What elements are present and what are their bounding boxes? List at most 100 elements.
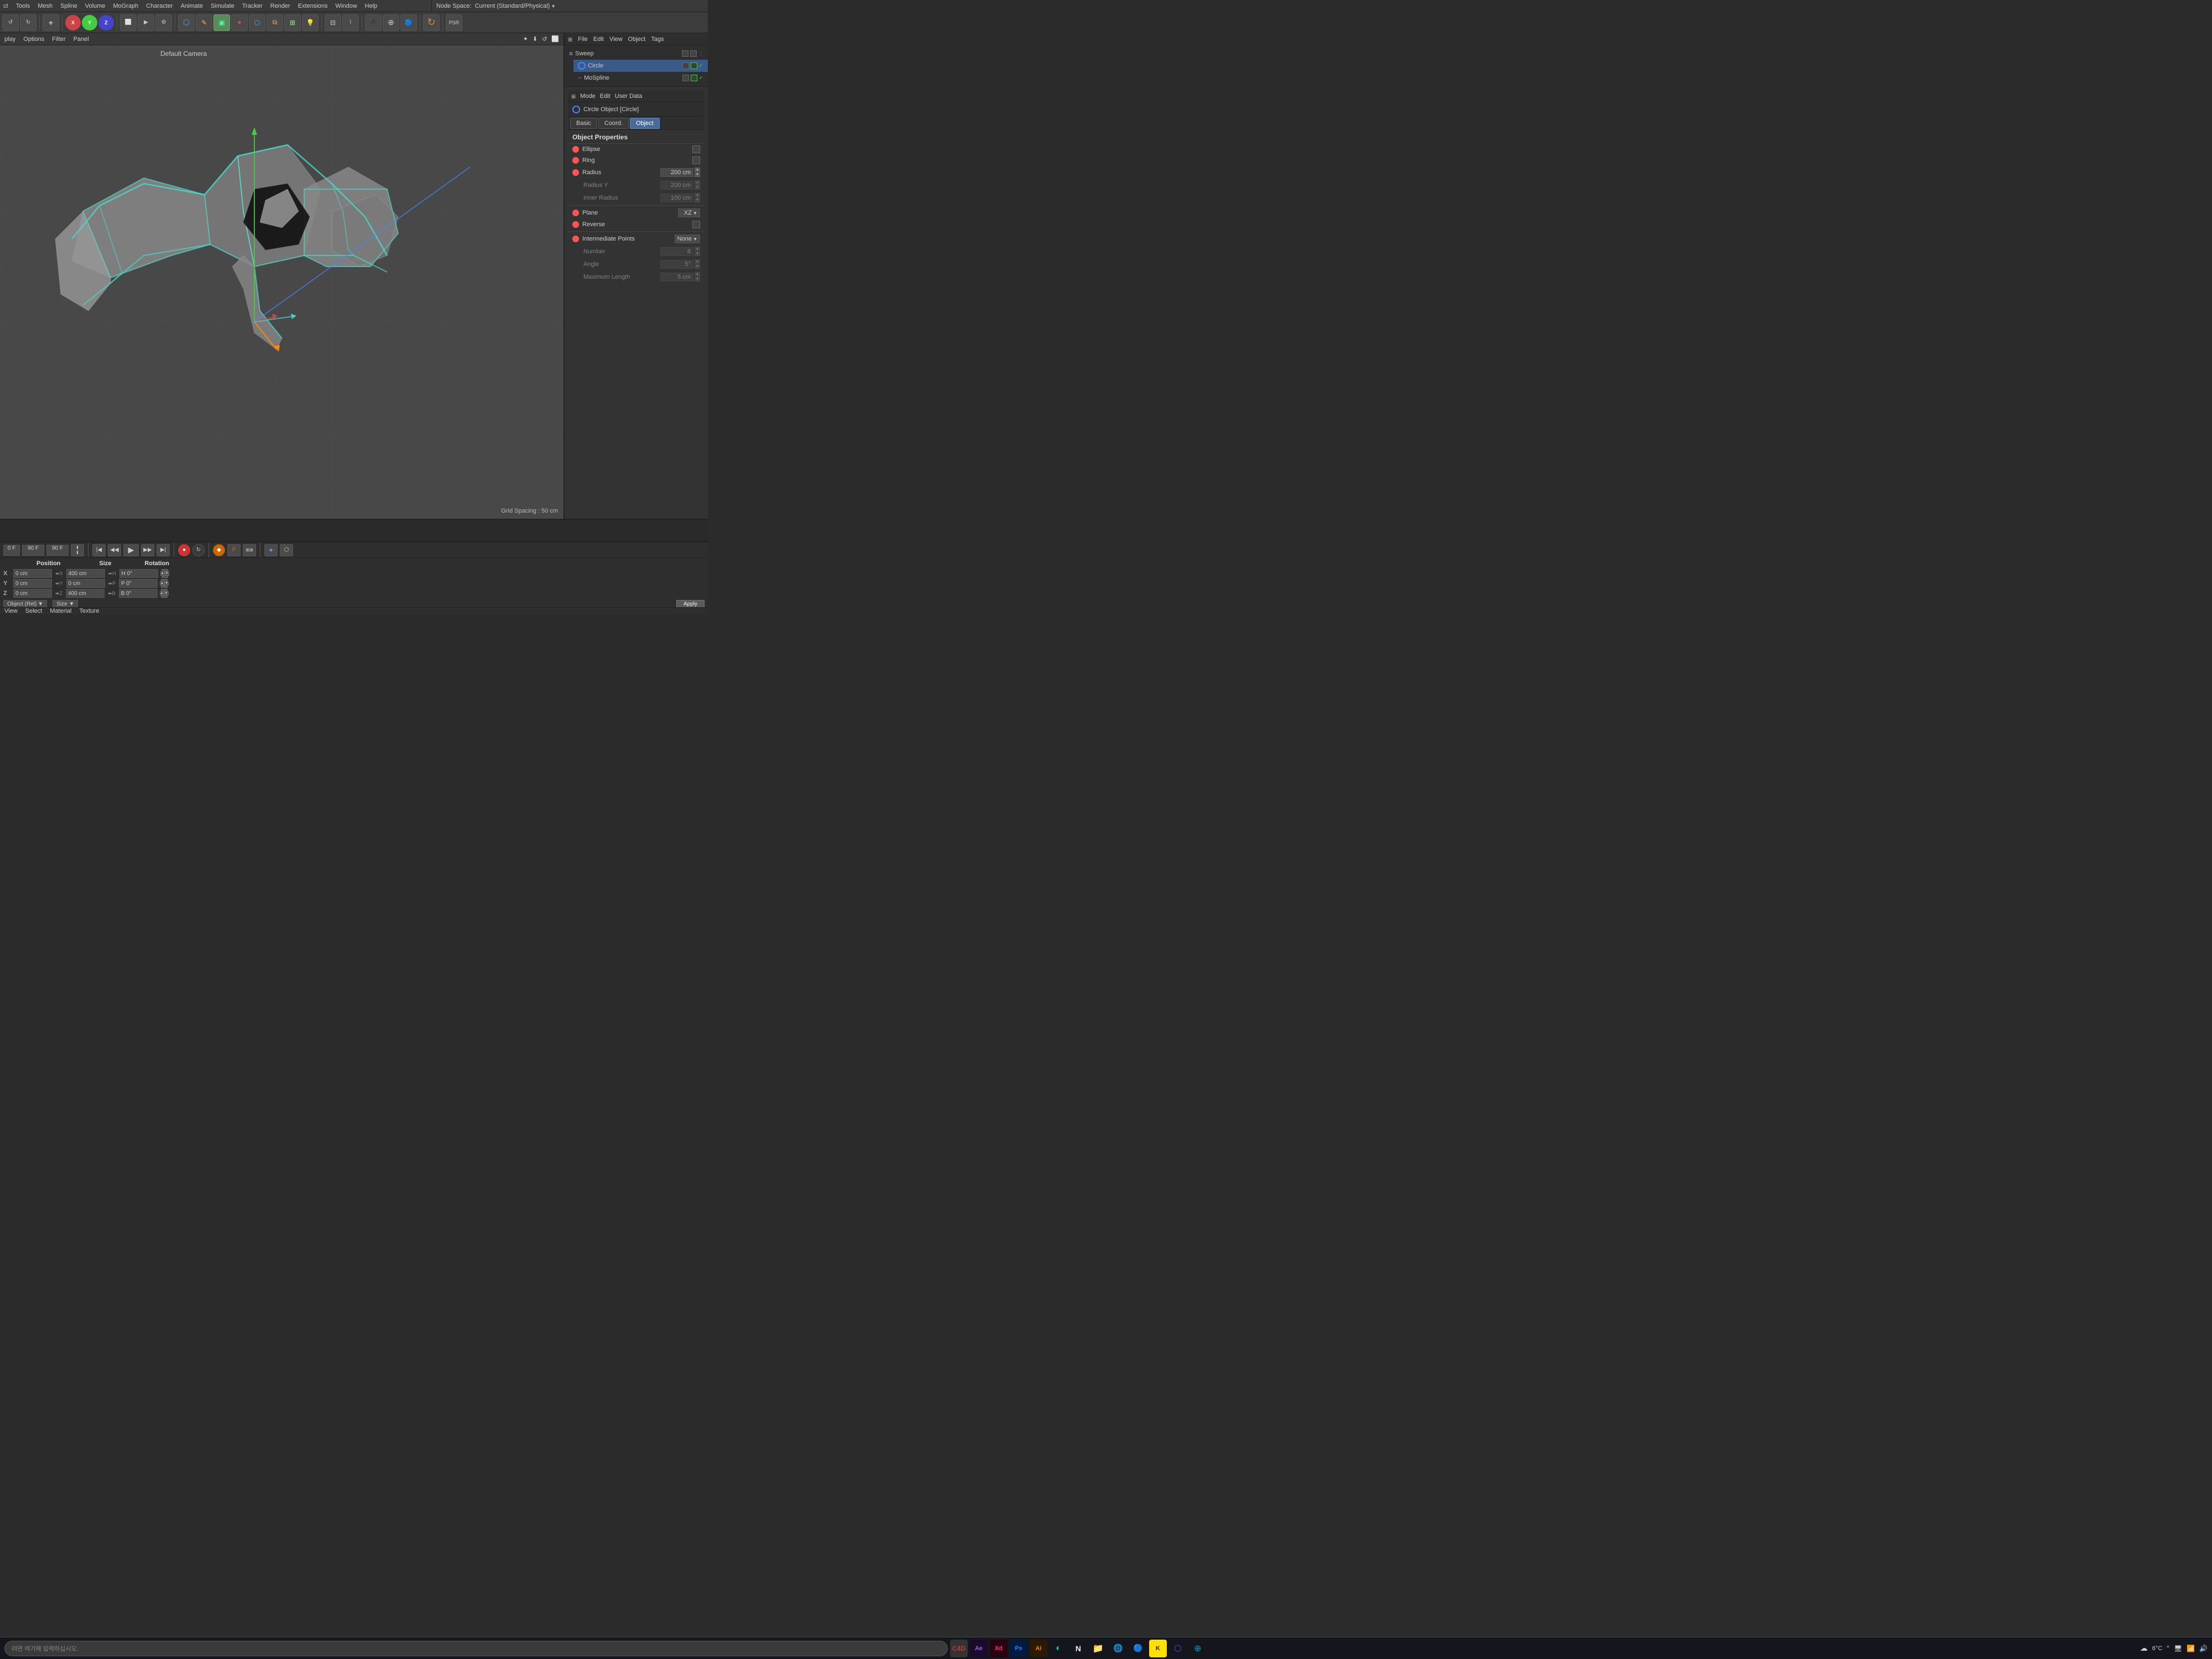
menu-tracker[interactable]: Tracker	[242, 3, 263, 9]
sweep-check2[interactable]	[690, 50, 697, 57]
prev-frame-btn[interactable]: ◀◀	[108, 544, 121, 556]
angle-value[interactable]: 5°	[660, 260, 693, 269]
ring-radio[interactable]	[572, 157, 579, 164]
psr-x-down[interactable]: ▼	[165, 571, 169, 576]
submenu-play[interactable]: play	[4, 36, 15, 43]
submenu-options[interactable]: Options	[23, 36, 44, 43]
mode-menu-userdata[interactable]: User Data	[615, 93, 643, 100]
psr-z-pos[interactable]: 0 cm	[13, 589, 52, 598]
taskbar-chevron-up[interactable]: ^	[2167, 1645, 2169, 1651]
cloth-btn[interactable]: ⬡	[280, 544, 293, 556]
timeline-tracks[interactable]	[0, 520, 708, 542]
cube-btn[interactable]: ⬡	[249, 14, 265, 31]
add-object-btn[interactable]: +	[43, 14, 59, 31]
viewport-mode3[interactable]: 🔵	[400, 14, 417, 31]
shape-btn[interactable]: ⬜	[120, 14, 137, 31]
timeline-btn[interactable]: ⊟	[325, 14, 341, 31]
radiusy-spinner[interactable]: ▲ ▼	[695, 180, 700, 190]
number-value[interactable]: 8	[660, 247, 693, 256]
psr-y-pos[interactable]: 0 cm	[13, 579, 52, 588]
menu-volume[interactable]: Volume	[85, 3, 106, 9]
number-spinner[interactable]: ▲ ▼	[695, 247, 700, 256]
viewport-icon-navigate[interactable]: ✦	[523, 35, 528, 43]
ellipse-checkbox[interactable]	[692, 145, 700, 153]
psr-y-size[interactable]: 0 cm	[66, 579, 105, 588]
menu-mesh[interactable]: Mesh	[38, 3, 53, 9]
right-menu-file[interactable]: File	[578, 36, 588, 43]
taskbar-icon-obs[interactable]: ⬡	[1169, 1640, 1187, 1657]
psr-y-rot[interactable]: P 0°	[119, 579, 158, 588]
angle-down[interactable]: ▼	[695, 264, 700, 269]
menu-window[interactable]: Window	[336, 3, 357, 9]
radius-radio[interactable]	[572, 169, 579, 176]
curve-btn[interactable]: ⌇	[342, 14, 359, 31]
viewport-icon-camera2[interactable]: ⬇	[533, 35, 538, 43]
psr-z-size[interactable]: 400 cm	[66, 589, 105, 598]
menu-help[interactable]: Help	[365, 3, 378, 9]
taskbar-icon-aftereffects[interactable]: Ae	[970, 1640, 988, 1657]
tab-basic[interactable]: Basic	[570, 118, 597, 129]
menu-mograph[interactable]: MoGraph	[113, 3, 138, 9]
viewport-icon-reset[interactable]: ↺	[542, 35, 547, 43]
taskbar-icon-photoshop[interactable]: Ps	[1010, 1640, 1027, 1657]
menu-tools[interactable]: Tools	[16, 3, 30, 9]
menu-render[interactable]: Render	[270, 3, 290, 9]
ring-checkbox[interactable]	[692, 156, 700, 164]
rotate-btn[interactable]: ↻	[423, 14, 440, 31]
taskbar-icon-chrome[interactable]: 🔵	[1129, 1640, 1147, 1657]
menu-character[interactable]: Character	[146, 3, 173, 9]
radius-up[interactable]: ▲	[695, 168, 700, 172]
radius-value[interactable]: 200 cm	[660, 168, 693, 177]
radiusy-value[interactable]: 200 cm	[660, 181, 693, 190]
mospline-check1[interactable]	[682, 75, 689, 81]
loop-btn[interactable]: ↻	[192, 544, 205, 556]
camera-btn[interactable]: ⊞	[284, 14, 301, 31]
radiusy-up[interactable]: ▲	[695, 180, 700, 185]
psrmode-btn[interactable]: PSR	[446, 14, 462, 31]
number-down[interactable]: ▼	[695, 252, 700, 256]
innerradius-down[interactable]: ▼	[695, 198, 700, 202]
maxlength-down[interactable]: ▼	[695, 277, 700, 281]
sweep-check1[interactable]	[682, 50, 688, 57]
maxlength-value[interactable]: 5 cm	[660, 273, 693, 281]
angle-spinner[interactable]: ▲ ▼	[695, 259, 700, 269]
canvas-area[interactable]: Default Camera Grid Spacing : 50 cm	[0, 45, 564, 519]
intermediate-dropdown[interactable]: None	[675, 234, 700, 243]
taskbar-icon-xd[interactable]: Xd	[990, 1640, 1008, 1657]
bottom-material[interactable]: Material	[50, 608, 71, 614]
autokey-btn[interactable]: P	[227, 544, 241, 556]
ik-btn[interactable]: ✦	[264, 544, 278, 556]
frame-end-input[interactable]: 90 F	[46, 545, 69, 556]
right-menu-view[interactable]: View	[609, 36, 623, 43]
psr-x-spinner[interactable]: ▲ ▼	[161, 569, 168, 578]
reverse-radio[interactable]	[572, 221, 579, 228]
menu-animate[interactable]: Animate	[181, 3, 203, 9]
submenu-panel[interactable]: Panel	[74, 36, 89, 43]
circle-check2[interactable]	[691, 62, 697, 69]
settings2-btn[interactable]: ✦	[231, 14, 248, 31]
innerradius-value[interactable]: 100 cm	[660, 194, 693, 202]
intermediate-radio[interactable]	[572, 236, 579, 242]
mode-menu-edit[interactable]: Edit	[600, 93, 611, 100]
menu-extensions[interactable]: Extensions	[298, 3, 328, 9]
psr-z-down[interactable]: ▼	[164, 591, 169, 596]
psr-z-rot[interactable]: B 0°	[119, 589, 158, 598]
y-axis-btn[interactable]: Y	[82, 15, 97, 30]
maxlength-up[interactable]: ▲	[695, 272, 700, 276]
reverse-checkbox[interactable]	[692, 221, 700, 228]
frame-start-input[interactable]: 0 F	[3, 545, 20, 556]
mospline-check2[interactable]	[691, 75, 697, 81]
keyframe-btn[interactable]: ◆	[213, 544, 225, 556]
menu-ct[interactable]: ct	[3, 3, 8, 9]
taskbar-icon-edge2[interactable]: ⊕	[1189, 1640, 1207, 1657]
submenu-filter[interactable]: Filter	[52, 36, 65, 43]
bottom-select[interactable]: Select	[25, 608, 43, 614]
menu-spline[interactable]: Spline	[60, 3, 77, 9]
number-up[interactable]: ▲	[695, 247, 700, 251]
taskbar-icon-kakao[interactable]: K	[1149, 1640, 1167, 1657]
motion-btn[interactable]: ⊞⊞	[243, 544, 256, 556]
tree-item-circle[interactable]: Circle ✓	[573, 60, 708, 72]
select-btn[interactable]: ▣	[213, 14, 230, 31]
radius-down[interactable]: ▼	[695, 173, 700, 177]
undo-btn[interactable]: ↺	[2, 14, 19, 31]
